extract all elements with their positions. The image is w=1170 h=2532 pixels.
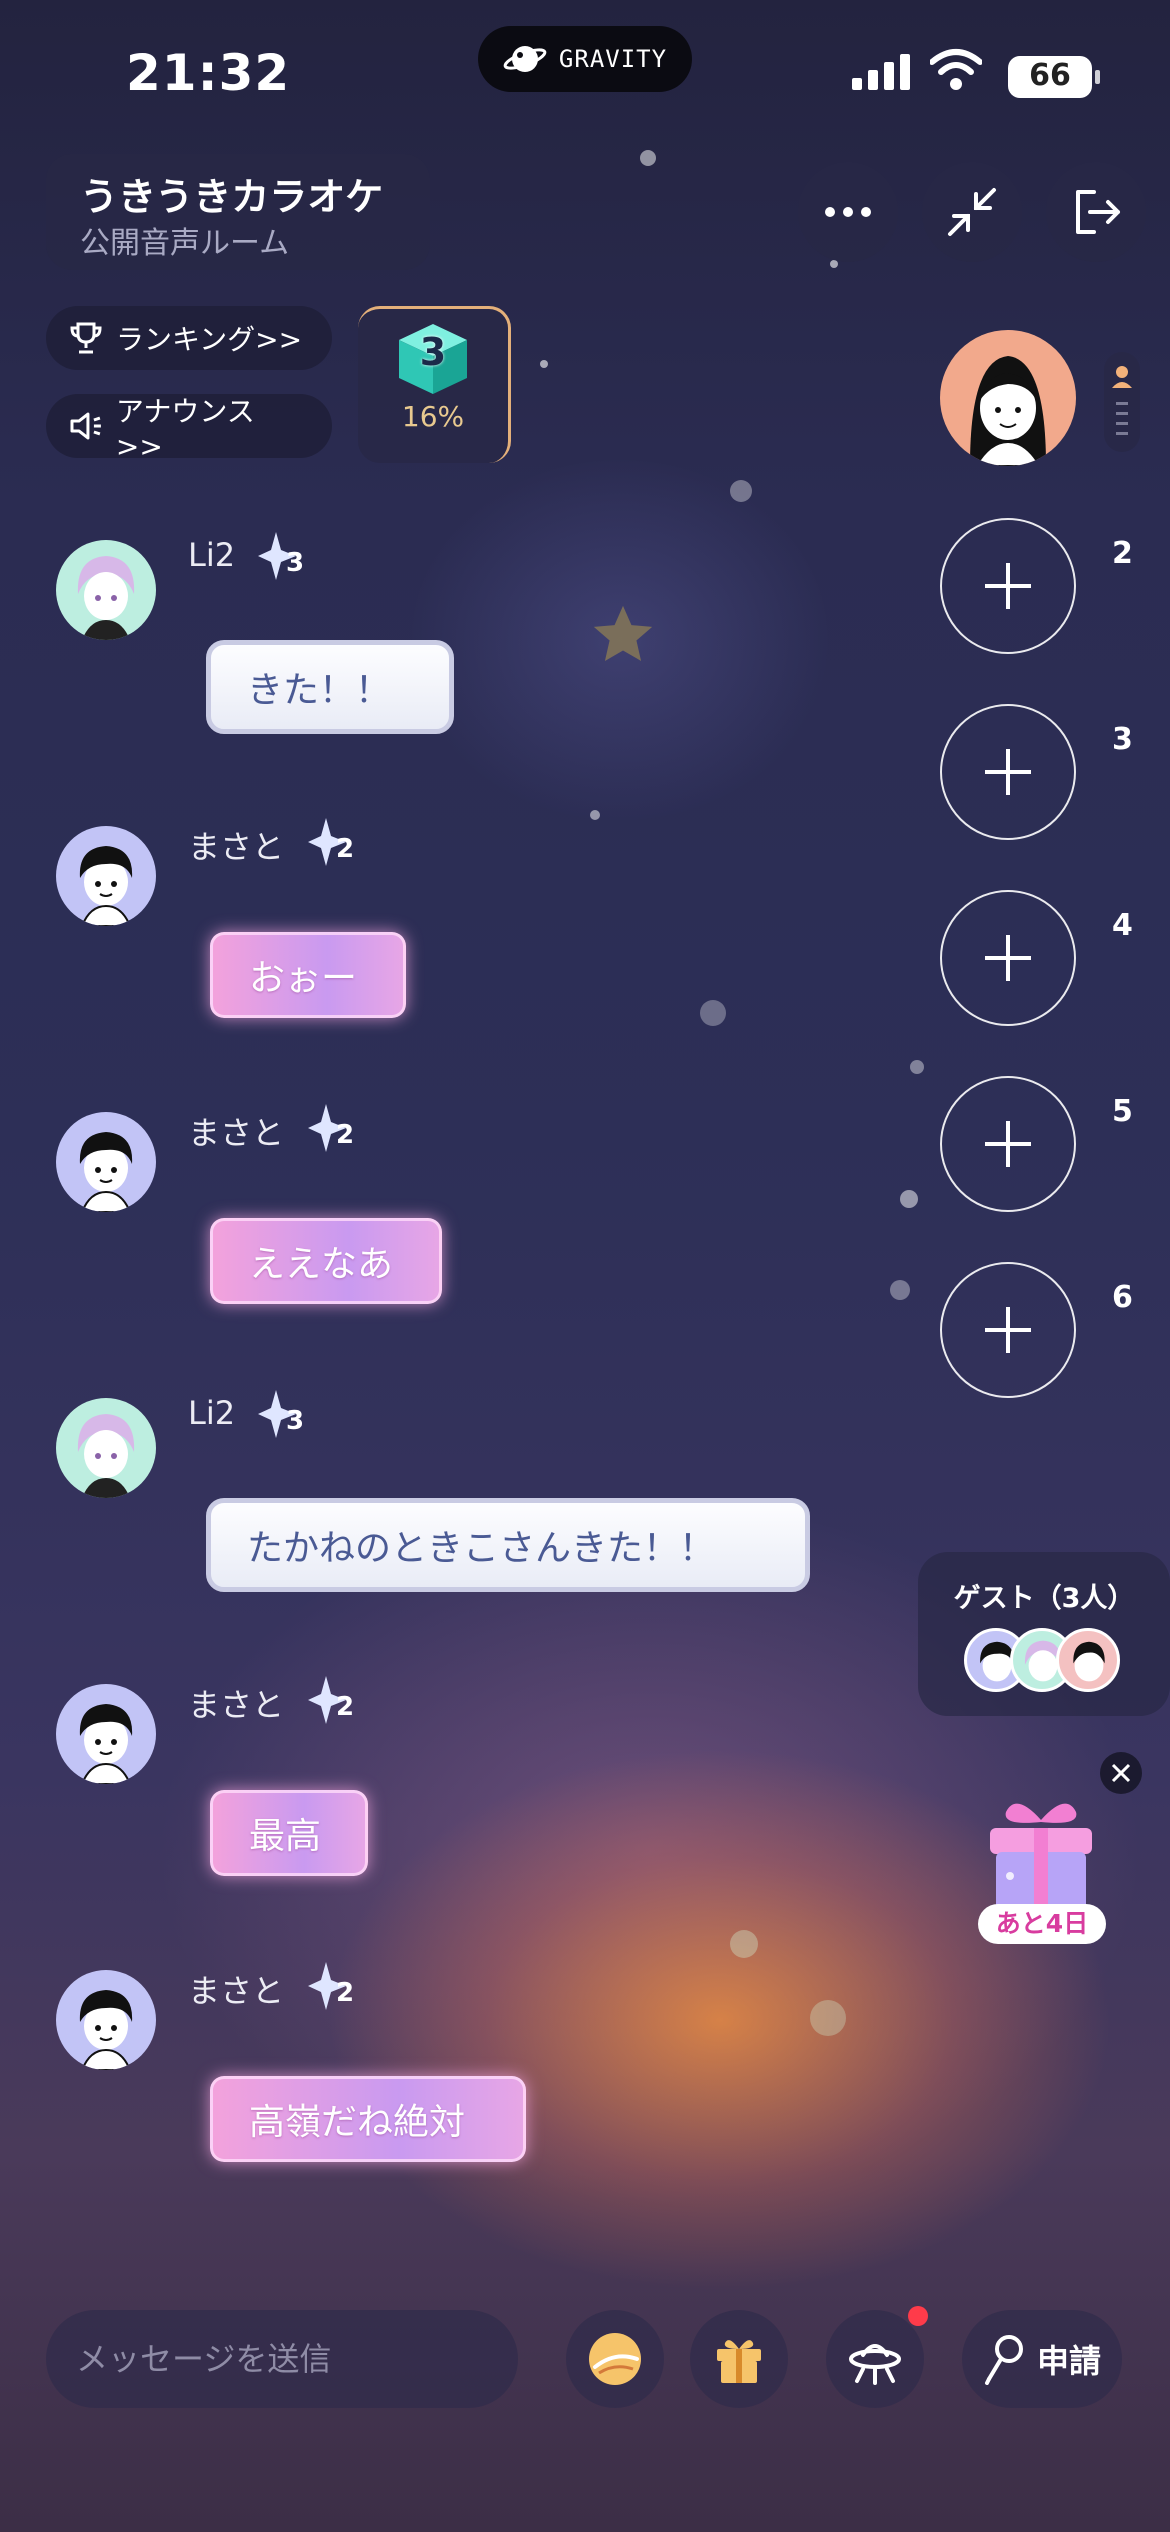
username: まさと	[188, 1114, 285, 1152]
message-input[interactable]	[46, 2310, 518, 2408]
user-level-number: 2	[336, 1978, 355, 2008]
user-avatar[interactable]	[56, 1684, 156, 1784]
seat-2-add-button[interactable]	[940, 518, 1076, 654]
gift-box-icon[interactable]	[976, 1790, 1106, 1916]
announcement-label: アナウンス >>	[115, 394, 255, 463]
status-time: 21:32	[126, 44, 291, 102]
guest-count-title: ゲスト（3人）	[953, 1583, 1135, 1614]
gift-icon	[717, 2340, 761, 2383]
user-level-badge: 2	[306, 1672, 354, 1732]
ufo-icon	[849, 2344, 901, 2385]
room-title: うきうきカラオケ	[80, 175, 384, 219]
emoji-button[interactable]	[566, 2310, 664, 2408]
close-icon	[1111, 1763, 1131, 1783]
host-volume-indicator	[1104, 352, 1140, 452]
battery-level: 66	[1029, 58, 1071, 93]
user-level-number: 2	[336, 1120, 355, 1150]
chat-bubble: たかねのときこさんきた！！	[206, 1498, 810, 1592]
user-level-number: 3	[286, 548, 305, 578]
seat-3-add-button[interactable]	[940, 704, 1076, 840]
seat-number: 3	[1112, 722, 1133, 757]
more-icon	[825, 207, 871, 217]
username: まさと	[188, 828, 285, 866]
chat-bubble: ええなあ	[210, 1218, 442, 1304]
user-level-number: 3	[286, 1406, 305, 1436]
username: Li2	[188, 536, 236, 574]
user-avatar[interactable]	[56, 1398, 156, 1498]
seat-number: 2	[1112, 536, 1133, 571]
chat-bubble: 最高	[210, 1790, 368, 1876]
minimize-button[interactable]	[922, 162, 1022, 262]
seat-5-add-button[interactable]	[940, 1076, 1076, 1212]
seat-number: 6	[1112, 1280, 1133, 1315]
planet-icon	[503, 46, 547, 72]
notification-dot	[908, 2306, 928, 2326]
user-level-number: 2	[336, 1692, 355, 1722]
username: Li2	[188, 1394, 236, 1432]
plus-icon	[985, 749, 1031, 795]
chat-bubble: きた！！	[206, 640, 454, 734]
seat-6-add-button[interactable]	[940, 1262, 1076, 1398]
ranking-button[interactable]: ランキング>>	[46, 306, 332, 370]
apply-mic-button[interactable]: 申請	[962, 2310, 1122, 2408]
brand-name: GRAVITY	[558, 45, 668, 73]
guest-avatar	[1056, 1628, 1120, 1692]
exit-room-button[interactable]	[1046, 162, 1146, 262]
chat-bubble: おぉー	[210, 932, 406, 1018]
room-subtitle: 公開音声ルーム	[80, 226, 290, 261]
user-level-badge: 2	[306, 1100, 354, 1160]
cellular-signal-icon	[852, 54, 910, 90]
microphone-icon	[984, 2335, 1023, 2385]
username: まさと	[188, 1972, 285, 2010]
user-level-badge: 3	[256, 528, 304, 588]
gift-countdown-label: あと4日	[978, 1904, 1106, 1944]
room-level-percent: 16%	[401, 400, 465, 433]
ufo-games-button[interactable]	[826, 2310, 924, 2408]
user-level-badge: 2	[306, 1958, 354, 2018]
user-avatar[interactable]	[56, 1112, 156, 1212]
user-avatar[interactable]	[56, 1970, 156, 2070]
seat-number: 5	[1112, 1094, 1133, 1129]
brand-pill: GRAVITY	[478, 26, 692, 92]
seat-number: 4	[1112, 908, 1133, 943]
seat-4-add-button[interactable]	[940, 890, 1076, 1026]
user-level-badge: 2	[306, 814, 354, 874]
user-avatar[interactable]	[56, 540, 156, 640]
more-options-button[interactable]	[798, 162, 898, 262]
plus-icon	[985, 935, 1031, 981]
wifi-icon	[930, 49, 982, 90]
battery-indicator: 66	[1008, 56, 1100, 98]
speaker-icon	[70, 412, 101, 440]
ranking-label: ランキング>>	[116, 323, 303, 356]
chat-bubble: 高嶺だね絶対	[210, 2076, 526, 2162]
user-level-number: 2	[336, 834, 355, 864]
user-avatar[interactable]	[56, 826, 156, 926]
apply-label: 申請	[1036, 2342, 1101, 2380]
trophy-icon	[70, 322, 102, 354]
plus-icon	[985, 563, 1031, 609]
username: まさと	[188, 1686, 285, 1724]
host-avatar[interactable]	[940, 330, 1076, 466]
user-level-badge: 3	[256, 1386, 304, 1446]
plus-icon	[985, 1121, 1031, 1167]
exit-icon	[1076, 190, 1120, 234]
room-level-value: 3	[419, 330, 447, 374]
announcement-button[interactable]: アナウンス >>	[46, 394, 332, 463]
close-promo-button[interactable]	[1100, 1752, 1142, 1794]
floating-star-icon	[588, 600, 658, 670]
plus-icon	[985, 1307, 1031, 1353]
gift-button[interactable]	[690, 2310, 788, 2408]
minimize-arrows-icon	[948, 188, 996, 236]
planet-emoji-icon	[589, 2333, 641, 2385]
